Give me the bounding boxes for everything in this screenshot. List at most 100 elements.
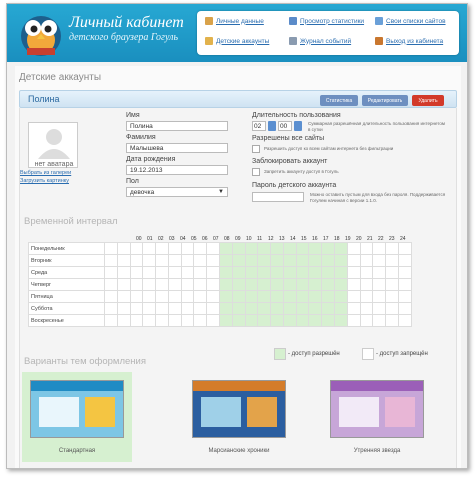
schedule-cell[interactable] (321, 266, 336, 279)
schedule-cell[interactable] (244, 278, 259, 291)
schedule-cell[interactable] (257, 242, 272, 255)
schedule-cell[interactable] (397, 254, 413, 267)
schedule-cell[interactable] (129, 278, 144, 291)
schedule-cell[interactable] (308, 290, 323, 303)
schedule-cell[interactable] (116, 314, 131, 327)
schedule-cell[interactable] (295, 302, 310, 315)
schedule-cell[interactable] (167, 302, 182, 315)
schedule-cell[interactable] (116, 254, 131, 267)
schedule-cell[interactable] (385, 302, 399, 315)
schedule-cell[interactable] (359, 302, 374, 315)
schedule-cell[interactable] (219, 254, 233, 267)
menu-personal-data[interactable]: Личные данные (205, 17, 264, 25)
statistics-button[interactable]: Статистика (320, 95, 358, 106)
schedule-cell[interactable] (372, 290, 387, 303)
schedule-cell[interactable] (116, 242, 131, 255)
schedule-cell[interactable] (103, 314, 118, 327)
schedule-cell[interactable] (244, 266, 259, 279)
schedule-cell[interactable] (270, 290, 284, 303)
schedule-cell[interactable] (295, 290, 310, 303)
schedule-cell[interactable] (231, 278, 246, 291)
schedule-cell[interactable] (372, 314, 387, 327)
name-field[interactable]: Полина (126, 121, 228, 131)
schedule-cell[interactable] (180, 302, 195, 315)
schedule-cell[interactable] (346, 302, 361, 315)
theme-morning-star[interactable]: Утренняя звезда (322, 372, 432, 462)
schedule-cell[interactable] (385, 266, 399, 279)
schedule-cell[interactable] (270, 302, 284, 315)
schedule-cell[interactable] (167, 278, 182, 291)
schedule-cell[interactable] (270, 242, 284, 255)
schedule-cell[interactable] (321, 254, 336, 267)
schedule-cell[interactable] (282, 254, 297, 267)
schedule-cell[interactable] (257, 254, 272, 267)
schedule-cell[interactable] (103, 302, 118, 315)
schedule-cell[interactable] (193, 314, 208, 327)
schedule-cell[interactable] (116, 302, 131, 315)
surname-field[interactable]: Малышева (126, 143, 228, 153)
schedule-cell[interactable] (270, 266, 284, 279)
birthdate-field[interactable]: 19.12.2013 (126, 165, 228, 175)
schedule-cell[interactable] (206, 302, 221, 315)
schedule-cell[interactable] (295, 314, 310, 327)
schedule-cell[interactable] (180, 314, 195, 327)
schedule-cell[interactable] (231, 302, 246, 315)
schedule-cell[interactable] (282, 314, 297, 327)
schedule-cell[interactable] (282, 266, 297, 279)
menu-child-accounts[interactable]: Детские аккаунты (205, 37, 269, 45)
schedule-cell[interactable] (359, 290, 374, 303)
duration-hours[interactable]: 02 (252, 121, 266, 131)
schedule-cell[interactable] (308, 302, 323, 315)
schedule-cell[interactable] (129, 302, 144, 315)
schedule-cell[interactable] (295, 254, 310, 267)
schedule-cell[interactable] (180, 254, 195, 267)
schedule-cell[interactable] (129, 242, 144, 255)
schedule-cell[interactable] (334, 314, 348, 327)
schedule-grid[interactable]: Понедельник Вторник Среда Четверг Пятница Суб… (28, 242, 413, 327)
schedule-cell[interactable] (372, 302, 387, 315)
schedule-cell[interactable] (103, 254, 118, 267)
schedule-cell[interactable] (308, 278, 323, 291)
duration-minutes[interactable]: 00 (278, 121, 292, 131)
schedule-cell[interactable] (219, 314, 233, 327)
schedule-cell[interactable] (206, 314, 221, 327)
schedule-cell[interactable] (206, 266, 221, 279)
schedule-cell[interactable] (244, 314, 259, 327)
schedule-cell[interactable] (219, 242, 233, 255)
schedule-cell[interactable] (103, 266, 118, 279)
schedule-cell[interactable] (142, 254, 157, 267)
schedule-cell[interactable] (270, 314, 284, 327)
schedule-cell[interactable] (308, 254, 323, 267)
schedule-cell[interactable] (334, 254, 348, 267)
schedule-cell[interactable] (282, 302, 297, 315)
schedule-cell[interactable] (295, 266, 310, 279)
schedule-cell[interactable] (142, 278, 157, 291)
schedule-cell[interactable] (155, 254, 169, 267)
menu-site-lists[interactable]: Свои списки сайтов (375, 17, 446, 25)
menu-event-journal[interactable]: Журнал событий (289, 37, 351, 45)
schedule-cell[interactable] (282, 278, 297, 291)
schedule-cell[interactable] (385, 314, 399, 327)
schedule-cell[interactable] (385, 254, 399, 267)
schedule-cell[interactable] (244, 242, 259, 255)
schedule-cell[interactable] (167, 314, 182, 327)
schedule-cell[interactable] (385, 242, 399, 255)
schedule-cell[interactable] (193, 242, 208, 255)
schedule-cell[interactable] (334, 266, 348, 279)
schedule-cell[interactable] (397, 266, 413, 279)
schedule-cell[interactable] (397, 290, 413, 303)
schedule-cell[interactable] (372, 254, 387, 267)
schedule-cell[interactable] (129, 290, 144, 303)
schedule-cell[interactable] (372, 242, 387, 255)
schedule-cell[interactable] (193, 278, 208, 291)
schedule-cell[interactable] (397, 302, 413, 315)
schedule-cell[interactable] (282, 290, 297, 303)
schedule-cell[interactable] (359, 278, 374, 291)
schedule-cell[interactable] (385, 278, 399, 291)
schedule-cell[interactable] (257, 290, 272, 303)
schedule-cell[interactable] (103, 290, 118, 303)
schedule-cell[interactable] (155, 302, 169, 315)
schedule-cell[interactable] (321, 314, 336, 327)
schedule-cell[interactable] (257, 314, 272, 327)
edit-button[interactable]: Редактировать (362, 95, 408, 106)
